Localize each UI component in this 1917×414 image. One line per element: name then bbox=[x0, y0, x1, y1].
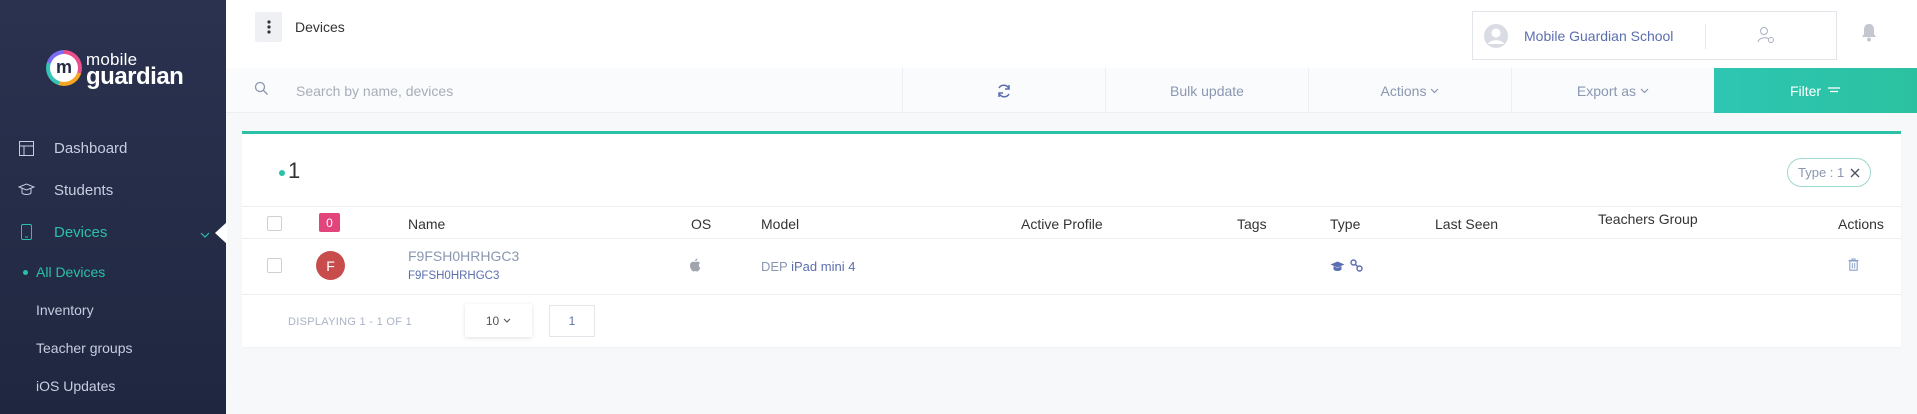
filter-chip-label: Type : 1 bbox=[1798, 165, 1845, 180]
link-icon bbox=[1350, 259, 1363, 275]
actions-dropdown[interactable]: Actions bbox=[1308, 68, 1511, 113]
select-all-checkbox[interactable] bbox=[267, 216, 282, 231]
user-settings-icon[interactable] bbox=[1756, 25, 1776, 50]
divider bbox=[242, 238, 1901, 239]
student-device-icon bbox=[1330, 260, 1345, 275]
sidebar-item-label: Students bbox=[54, 181, 114, 199]
model-prefix: DEP bbox=[761, 259, 788, 274]
search-icon bbox=[254, 81, 269, 101]
refresh-button[interactable] bbox=[902, 68, 1105, 113]
export-dropdown[interactable]: Export as bbox=[1511, 68, 1714, 113]
model-link[interactable]: iPad mini 4 bbox=[791, 259, 855, 274]
pagination-summary: DISPLAYING 1 - 1 OF 1 bbox=[288, 316, 413, 328]
column-header-name[interactable]: Name bbox=[408, 216, 445, 232]
account-switcher[interactable]: Mobile Guardian School bbox=[1472, 11, 1837, 60]
brand-logo[interactable]: mobile guardian bbox=[46, 50, 184, 90]
column-header-tags[interactable]: Tags bbox=[1237, 216, 1267, 232]
column-header-type[interactable]: Type bbox=[1330, 216, 1360, 232]
logo-text-line2: guardian bbox=[86, 63, 184, 90]
device-model: DEP iPad mini 4 bbox=[761, 259, 855, 274]
column-header-os[interactable]: OS bbox=[691, 216, 711, 232]
chevron-down-icon bbox=[503, 318, 511, 323]
row-checkbox[interactable] bbox=[267, 258, 282, 273]
active-indicator bbox=[215, 222, 227, 244]
export-label: Export as bbox=[1576, 82, 1637, 99]
dashboard-icon bbox=[17, 140, 35, 156]
top-header: Devices Mobile Guardian School bbox=[226, 0, 1917, 70]
toolbar: Bulk update Actions Export as Filter bbox=[226, 68, 1917, 113]
column-header-last-seen[interactable]: Last Seen bbox=[1435, 216, 1498, 232]
column-header-actions: Actions bbox=[1838, 216, 1884, 232]
divider bbox=[1705, 24, 1706, 49]
sidebar-subitem-teacher-groups[interactable]: Teacher groups bbox=[36, 340, 133, 356]
bell-icon[interactable] bbox=[1860, 22, 1878, 47]
actions-label: Actions bbox=[1380, 82, 1427, 99]
chevron-down-icon bbox=[1640, 88, 1649, 93]
vertical-dots-icon bbox=[266, 20, 271, 34]
graduation-cap-icon bbox=[17, 182, 35, 198]
sidebar-subitem-inventory[interactable]: Inventory bbox=[36, 302, 94, 318]
divider bbox=[242, 294, 1901, 295]
filter-button[interactable]: Filter bbox=[1714, 68, 1917, 113]
sidebar-item-dashboard[interactable]: Dashboard bbox=[0, 133, 226, 163]
search-input[interactable] bbox=[296, 77, 856, 105]
sidebar: mobile guardian Dashboard Students Devic… bbox=[0, 0, 227, 414]
menu-button[interactable] bbox=[255, 12, 282, 42]
column-header-teachers-group[interactable]: Teachers Group bbox=[1598, 211, 1698, 227]
per-page-select[interactable]: 10 bbox=[465, 304, 532, 337]
divider bbox=[242, 206, 1901, 207]
per-page-value: 10 bbox=[485, 313, 500, 328]
chevron-down-icon bbox=[200, 225, 210, 242]
user-avatar-icon bbox=[1483, 23, 1509, 54]
bulk-update-button[interactable]: Bulk update bbox=[1105, 68, 1308, 113]
devices-card: 1 Type : 1 0 Name OS Model Active Profil… bbox=[242, 131, 1901, 347]
results-count: 1 bbox=[288, 158, 301, 183]
bulk-update-label: Bulk update bbox=[1170, 82, 1244, 99]
column-header-active-profile[interactable]: Active Profile bbox=[1021, 216, 1103, 232]
sidebar-item-label: Devices bbox=[54, 223, 108, 241]
apple-icon bbox=[689, 258, 701, 275]
filter-label: Filter bbox=[1789, 82, 1822, 99]
trash-icon[interactable] bbox=[1848, 258, 1859, 274]
sidebar-subitem-ios-updates[interactable]: iOS Updates bbox=[36, 378, 115, 394]
filter-chip[interactable]: Type : 1 bbox=[1787, 158, 1872, 187]
sidebar-item-students[interactable]: Students bbox=[0, 175, 226, 205]
selected-count-badge: 0 bbox=[319, 213, 340, 232]
device-avatar: F bbox=[316, 251, 345, 280]
column-header-model[interactable]: Model bbox=[761, 216, 799, 232]
logo-mark-icon bbox=[46, 50, 82, 86]
sidebar-item-devices[interactable]: Devices bbox=[0, 217, 226, 247]
refresh-icon bbox=[998, 83, 1010, 98]
account-name: Mobile Guardian School bbox=[1524, 28, 1674, 44]
device-name[interactable]: F9FSH0HRHGC3 bbox=[408, 248, 519, 264]
page-title: Devices bbox=[295, 19, 345, 35]
count-dot bbox=[279, 170, 285, 176]
device-serial[interactable]: F9FSH0HRHGC3 bbox=[408, 270, 499, 282]
sidebar-item-label: Dashboard bbox=[54, 139, 128, 157]
sidebar-subitem-all-devices[interactable]: All Devices bbox=[22, 264, 105, 280]
chevron-down-icon bbox=[1431, 88, 1439, 93]
filter-icon bbox=[1828, 86, 1841, 92]
phone-icon bbox=[17, 224, 35, 240]
close-icon[interactable] bbox=[1850, 165, 1860, 181]
page-button[interactable]: 1 bbox=[549, 305, 595, 337]
